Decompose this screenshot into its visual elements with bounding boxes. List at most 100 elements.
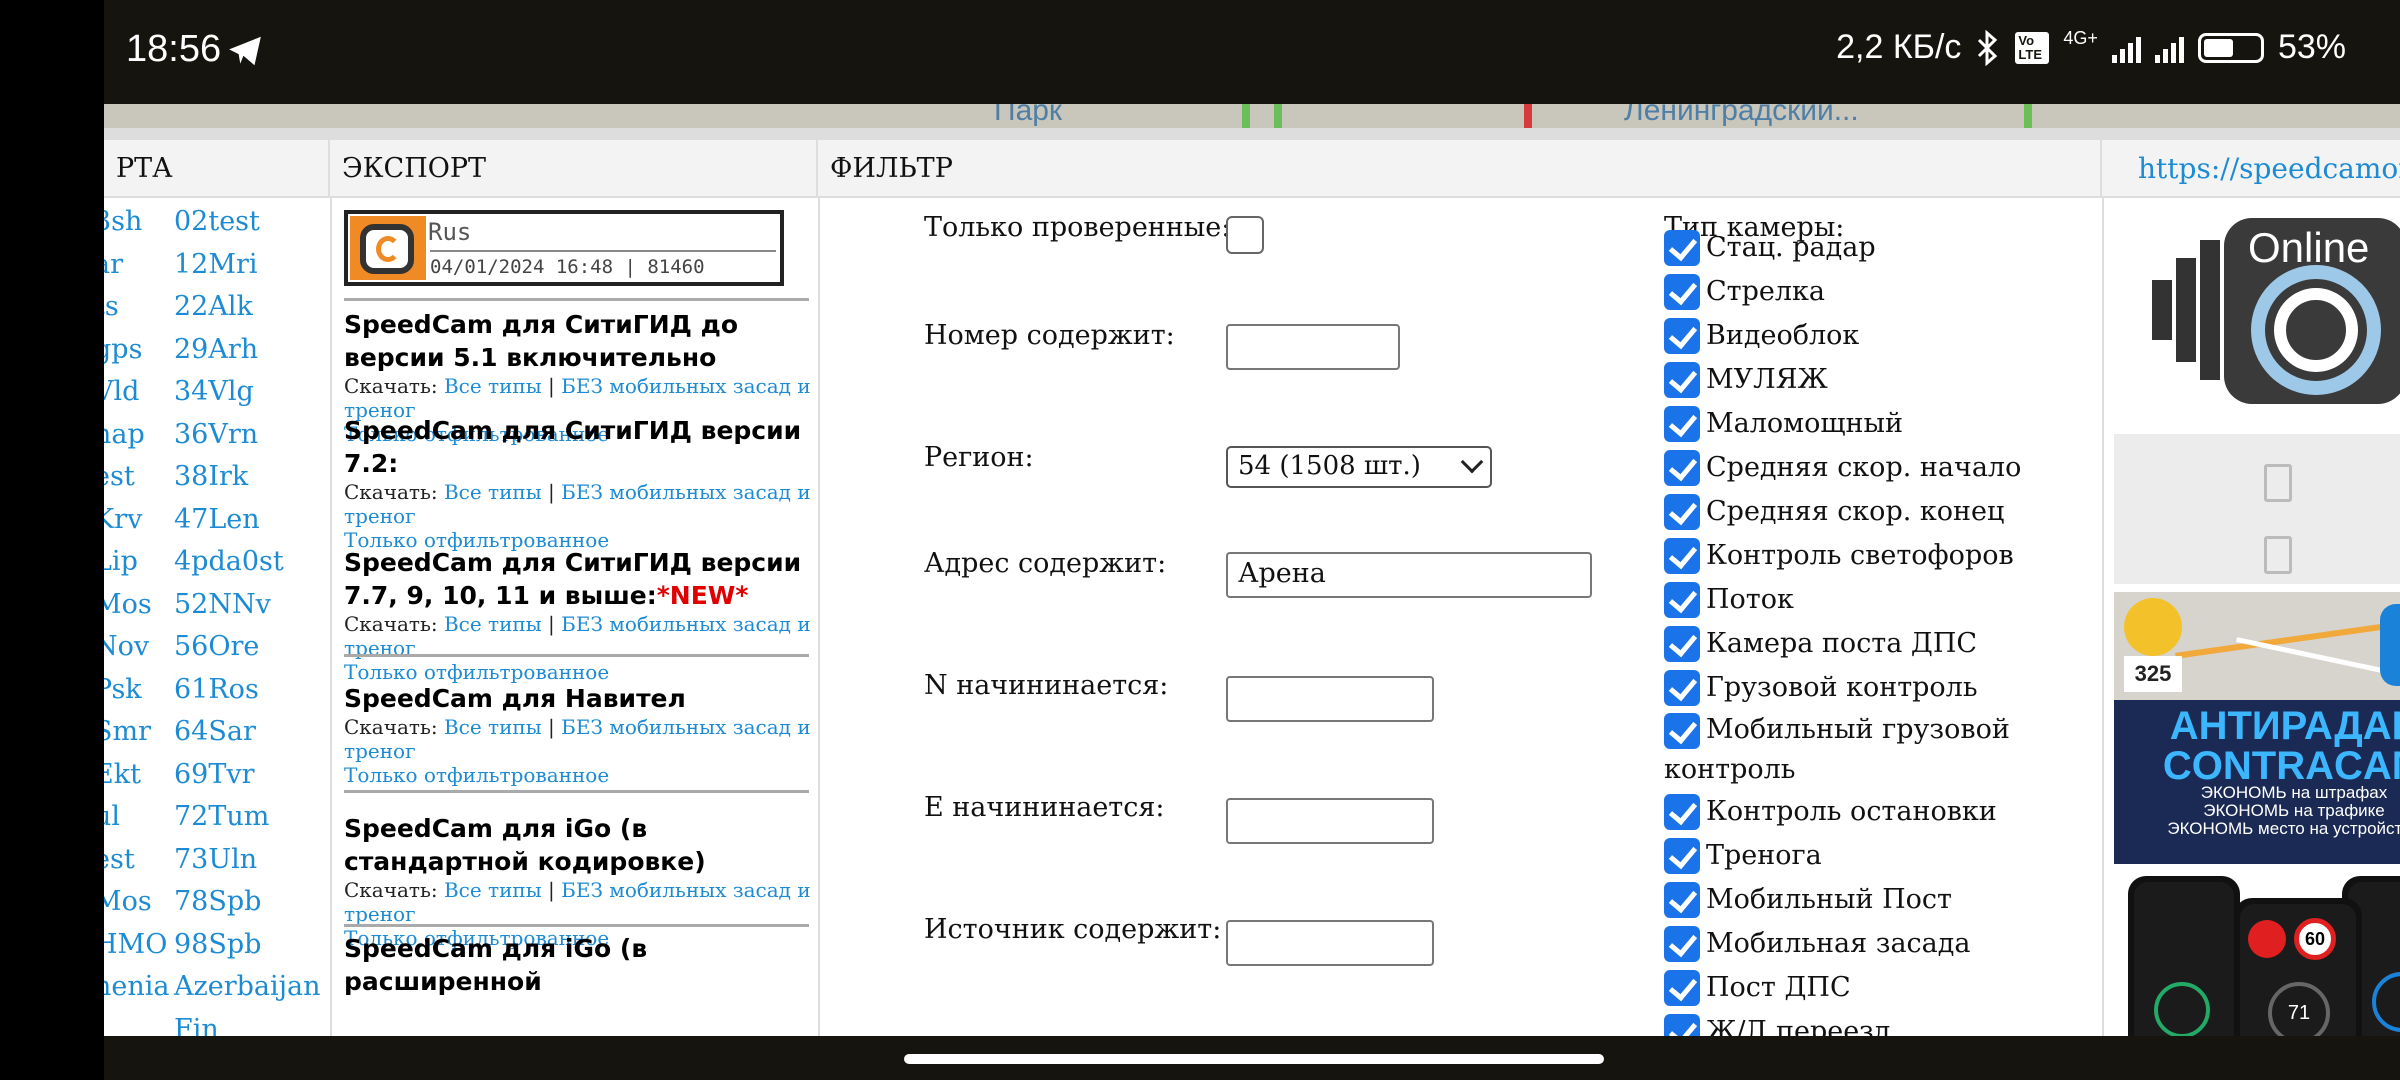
right-sidebar: Online 325 АНТИРАДАР CONTRACAM ЭКОНОМЬ н… bbox=[2104, 198, 2400, 1036]
export-block: SpeedCam для СитиГИД версии 7.2: Скачать:… bbox=[344, 414, 814, 552]
download-filtered-link[interactable]: Только отфильтрованное bbox=[344, 763, 814, 787]
download-all-types-link[interactable]: Все типы bbox=[444, 374, 542, 398]
region-link[interactable]: est bbox=[104, 461, 135, 492]
region-link[interactable]: 78Spb bbox=[174, 886, 261, 917]
source-input[interactable] bbox=[1226, 920, 1434, 966]
region-link[interactable]: 72Tum bbox=[174, 801, 269, 832]
camera-type-item[interactable]: Ж/Д переезд bbox=[1664, 1010, 1891, 1036]
region-link[interactable]: 12Mri bbox=[174, 249, 258, 280]
region-link[interactable]: Mos bbox=[104, 886, 152, 917]
region-link[interactable]: 73Uln bbox=[174, 844, 257, 875]
check-icon[interactable] bbox=[1664, 538, 1700, 574]
camera-type-item[interactable]: Мобильный грузовой контроль bbox=[1664, 710, 2094, 790]
region-link[interactable]: Krv bbox=[104, 504, 142, 535]
camera-type-item[interactable]: Пост ДПС bbox=[1664, 966, 1851, 1010]
region-link[interactable]: 02test bbox=[174, 206, 260, 237]
region-link[interactable]: 36Vrn bbox=[174, 419, 258, 450]
check-icon[interactable] bbox=[1664, 1014, 1700, 1036]
camera-type-item[interactable]: Контроль остановки bbox=[1664, 790, 1997, 834]
download-all-types-link[interactable]: Все типы bbox=[444, 612, 542, 636]
region-link[interactable]: 4pda0st bbox=[174, 546, 284, 577]
region-link[interactable]: 98Spb bbox=[174, 929, 261, 960]
check-icon[interactable] bbox=[1664, 406, 1700, 442]
camera-type-item[interactable]: Мобильный Пост bbox=[1664, 878, 1952, 922]
download-filtered-link[interactable]: Только отфильтрованное bbox=[344, 660, 814, 684]
region-link[interactable]: 34Vlg bbox=[174, 376, 254, 407]
phones-ad[interactable]: 60 71 bbox=[2114, 868, 2400, 1036]
region-link[interactable]: Smr bbox=[104, 716, 151, 747]
check-icon[interactable] bbox=[1664, 318, 1700, 354]
check-icon[interactable] bbox=[1664, 362, 1700, 398]
n-input[interactable] bbox=[1226, 676, 1434, 722]
region-link[interactable]: 61Ros bbox=[174, 674, 259, 705]
check-icon[interactable] bbox=[1664, 494, 1700, 530]
check-icon[interactable] bbox=[1664, 582, 1700, 618]
site-link[interactable]: https://speedcamonline.ru/ bbox=[2102, 140, 2400, 198]
check-icon[interactable] bbox=[1664, 230, 1700, 266]
region-link[interactable]: ul bbox=[104, 801, 120, 832]
camera-type-item[interactable]: Стац. радар bbox=[1664, 226, 1876, 270]
camera-type-item[interactable]: Средняя скор. конец bbox=[1664, 490, 2004, 534]
region-link[interactable]: Psk bbox=[104, 674, 142, 705]
region-link[interactable]: gps bbox=[104, 334, 142, 365]
region-link[interactable]: 47Len bbox=[174, 504, 260, 535]
camera-type-item[interactable]: Средняя скор. начало bbox=[1664, 446, 2021, 490]
e-input[interactable] bbox=[1226, 798, 1434, 844]
region-link[interactable]: Ekt bbox=[104, 759, 141, 790]
map-label: Парк bbox=[994, 104, 1063, 127]
check-icon[interactable] bbox=[1664, 882, 1700, 918]
region-link[interactable]: 22Alk bbox=[174, 291, 253, 322]
camera-type-item[interactable]: Видеоблок bbox=[1664, 314, 1859, 358]
check-icon[interactable] bbox=[1664, 626, 1700, 662]
download-all-types-link[interactable]: Все типы bbox=[444, 480, 542, 504]
download-all-types-link[interactable]: Все типы bbox=[444, 878, 542, 902]
check-icon[interactable] bbox=[1664, 926, 1700, 962]
region-link[interactable]: 52NNv bbox=[174, 589, 271, 620]
region-link[interactable]: 56Ore bbox=[174, 631, 259, 662]
camera-type-item[interactable]: Маломощный bbox=[1664, 402, 1903, 446]
region-select-value: 54 (1508 шт.) bbox=[1238, 451, 1421, 481]
check-icon[interactable] bbox=[1664, 838, 1700, 874]
region-link[interactable]: ar bbox=[104, 249, 123, 280]
number-label: Номер содержит: bbox=[924, 320, 1175, 351]
region-link[interactable]: est bbox=[104, 844, 135, 875]
home-gesture-handle[interactable] bbox=[904, 1054, 1604, 1064]
map-preview[interactable]: Парк Ленинградский... bbox=[104, 104, 2400, 128]
number-input[interactable] bbox=[1226, 324, 1400, 370]
check-icon[interactable] bbox=[1664, 274, 1700, 310]
region-link[interactable]: 38Irk bbox=[174, 461, 248, 492]
check-icon[interactable] bbox=[1664, 794, 1700, 830]
region-link[interactable]: 69Tvr bbox=[174, 759, 255, 790]
region-link[interactable]: Azerbaijan bbox=[174, 971, 320, 1002]
camera-type-item[interactable]: Мобильная засада bbox=[1664, 922, 1970, 966]
region-link[interactable]: 29Arh bbox=[174, 334, 258, 365]
region-link[interactable]: Nov bbox=[104, 631, 149, 662]
camera-type-item[interactable]: Поток bbox=[1664, 578, 1794, 622]
check-icon[interactable] bbox=[1664, 712, 1700, 749]
camera-type-item[interactable]: Тренога bbox=[1664, 834, 1822, 878]
contracam-ad[interactable]: 325 АНТИРАДАР CONTRACAM ЭКОНОМЬ на штраф… bbox=[2114, 592, 2400, 864]
check-icon[interactable] bbox=[1664, 670, 1700, 706]
region-link[interactable]: Fin bbox=[174, 1014, 219, 1037]
region-link[interactable]: Lip bbox=[104, 546, 138, 577]
download-all-types-link[interactable]: Все типы bbox=[444, 715, 542, 739]
camera-type-item[interactable]: Контроль светофоров bbox=[1664, 534, 2014, 578]
address-input[interactable]: Арена bbox=[1226, 552, 1592, 598]
camera-type-item[interactable]: МУЛЯЖ bbox=[1664, 358, 1828, 402]
region-link[interactable]: nap bbox=[104, 419, 145, 450]
verified-checkbox[interactable] bbox=[1226, 216, 1264, 254]
region-link[interactable]: Vld bbox=[104, 376, 139, 407]
region-link[interactable]: HMO bbox=[104, 929, 167, 960]
region-link[interactable]: 64Sar bbox=[174, 716, 256, 747]
region-link[interactable]: nenia bbox=[104, 971, 170, 1002]
check-icon[interactable] bbox=[1664, 450, 1700, 486]
region-select[interactable]: 54 (1508 шт.) bbox=[1226, 446, 1492, 488]
region-link[interactable]: ts bbox=[104, 291, 119, 322]
camera-type-item[interactable]: Камера поста ДПС bbox=[1664, 622, 1977, 666]
camera-type-item[interactable]: Грузовой контроль bbox=[1664, 666, 1978, 710]
check-icon[interactable] bbox=[1664, 970, 1700, 1006]
camera-type-item[interactable]: Стрелка bbox=[1664, 270, 1825, 314]
region-link[interactable]: 3sh bbox=[104, 206, 142, 237]
map-road bbox=[2024, 104, 2032, 128]
region-link[interactable]: Mos bbox=[104, 589, 152, 620]
